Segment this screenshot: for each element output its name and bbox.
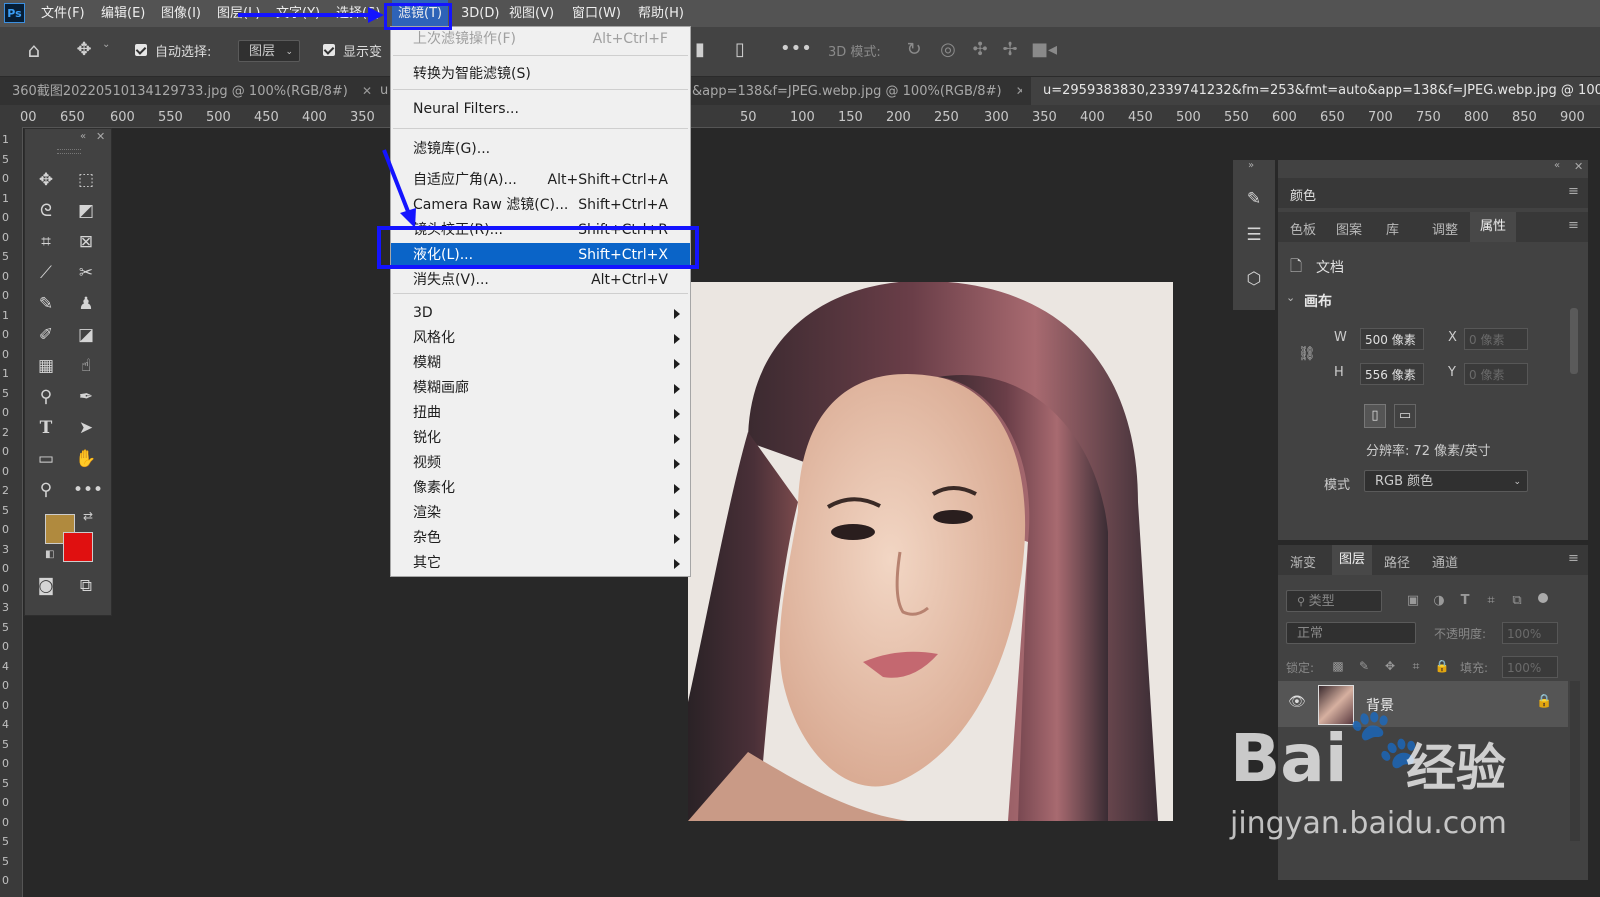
watermark-baidu-text: Bai: [1230, 720, 1348, 797]
baidu-jingyan-watermark: Bai 🐾 经验 jingyan.baidu.com: [1230, 704, 1590, 870]
watermark-url: jingyan.baidu.com: [1230, 806, 1507, 841]
watermark-jingyan-text: 经验: [1406, 739, 1506, 797]
annotation-arrow-to-filter: [238, 7, 384, 23]
annotation-arrow-to-liquify: [382, 149, 416, 228]
